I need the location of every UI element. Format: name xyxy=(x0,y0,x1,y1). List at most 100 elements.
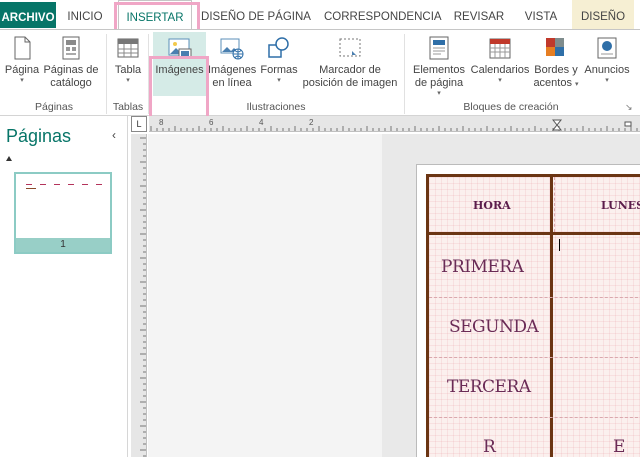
ruler-label: 6 xyxy=(209,118,214,127)
separator xyxy=(404,34,405,114)
elementos-pagina-button[interactable]: Elementos de página ▾ xyxy=(408,32,470,98)
imagenes-label: Imágenes xyxy=(155,64,204,76)
header-hora: HORA xyxy=(473,199,511,212)
indent-marker[interactable] xyxy=(624,121,632,127)
marcador-label-2: posición de imagen xyxy=(302,77,398,89)
row-label: SEGUNDA xyxy=(449,317,539,337)
dialog-launcher-icon[interactable]: ↘ xyxy=(625,102,633,113)
page-number: 1 xyxy=(16,238,110,252)
collapse-pane-icon[interactable]: ‹ xyxy=(112,128,116,142)
table-gridline xyxy=(429,297,640,298)
tab-correspondencia[interactable]: CORRESPONDENCIA xyxy=(324,0,442,30)
pages-pane: Páginas ‹ 1 xyxy=(0,116,128,457)
row-label: PRIMERA xyxy=(441,257,524,277)
tab-archivo[interactable]: ARCHIVO xyxy=(0,2,56,28)
anuncios-label: Anuncios xyxy=(584,64,630,76)
group-label-tablas: Tablas xyxy=(112,101,144,113)
tab-vista[interactable]: VISTA xyxy=(518,0,564,30)
ruler-ticks: 8 6 4 2 xyxy=(150,118,638,131)
ruler-label: 4 xyxy=(259,118,264,127)
group-label-ilustraciones: Ilustraciones xyxy=(246,101,306,113)
group-label-paginas: Páginas xyxy=(35,101,73,113)
tabla-label: Tabla xyxy=(114,64,142,76)
anuncios-button[interactable]: Anuncios ▾ xyxy=(582,32,632,85)
text-cursor xyxy=(559,239,560,251)
ruler-label: 8 xyxy=(159,118,164,127)
ruler-tab-selector[interactable]: L xyxy=(131,116,147,132)
table-header-rule xyxy=(429,232,640,235)
pagina-button[interactable]: Página ▾ xyxy=(4,32,40,85)
pages-pane-title: Páginas xyxy=(6,126,72,146)
tab-diseno[interactable]: DISEÑO xyxy=(572,0,634,30)
calendarios-button[interactable]: Calendarios ▾ xyxy=(470,32,530,85)
thumb-mark xyxy=(82,184,88,185)
thumb-mark xyxy=(54,184,60,185)
ruler-ticks xyxy=(140,137,146,457)
thumb-mark xyxy=(40,184,46,185)
ribbon: Página ▾ Páginas de catálogo Páginas Tab… xyxy=(0,29,640,128)
tab-revisar[interactable]: REVISAR xyxy=(448,0,510,30)
bordes-label-2: acentos xyxy=(533,77,572,89)
pagina-label: Página xyxy=(4,64,40,76)
chevron-down-icon: ▾ xyxy=(605,77,609,84)
table-gridline xyxy=(429,357,640,358)
table-column-rule xyxy=(550,177,553,457)
table-icon xyxy=(117,38,139,58)
imagenes-linea-label-1: Imágenes xyxy=(208,64,257,76)
page-icon xyxy=(14,36,31,60)
row-label: R xyxy=(483,437,496,457)
advertisements-icon xyxy=(597,37,617,59)
marcador-label-1: Marcador de xyxy=(319,64,381,76)
bordes-acentos-button[interactable]: Bordes y acentos ▾ xyxy=(532,32,580,90)
chevron-down-icon: ▾ xyxy=(498,77,502,84)
group-label-bloques: Bloques de creación xyxy=(463,101,559,113)
thumb-mark xyxy=(26,188,36,189)
paginas-catalogo-button[interactable]: Páginas de catálogo xyxy=(42,32,100,90)
chevron-down-icon: ▾ xyxy=(20,77,24,84)
horizontal-ruler[interactable]: 8 6 4 2 xyxy=(149,116,640,132)
calendarios-label: Calendarios xyxy=(470,64,530,76)
page-thumbnail[interactable]: 1 xyxy=(14,172,112,254)
cell-text: E xyxy=(613,437,625,457)
vertical-ruler[interactable] xyxy=(131,134,147,457)
elementos-label-1: Elementos xyxy=(413,64,465,76)
tab-insertar[interactable]: INSERTAR xyxy=(118,0,192,31)
thumb-mark xyxy=(96,184,102,185)
page-parts-icon xyxy=(429,36,449,60)
paginas-catalogo-label-2: catálogo xyxy=(50,77,92,89)
tabla-button[interactable]: Tabla ▾ xyxy=(110,32,146,85)
elementos-label-2: de página xyxy=(414,77,464,89)
calendar-icon xyxy=(489,38,511,59)
marcador-imagen-button[interactable]: Marcador de posición de imagen xyxy=(300,32,400,90)
borders-accents-icon xyxy=(546,38,564,56)
indent-marker[interactable] xyxy=(551,119,563,131)
shapes-icon xyxy=(268,37,289,58)
tab-inicio[interactable]: INICIO xyxy=(60,0,110,30)
chevron-down-icon: ▾ xyxy=(277,77,281,84)
expand-triangle-icon[interactable] xyxy=(6,156,12,161)
table-gridline xyxy=(429,417,640,418)
tab-diseno-pagina[interactable]: DISEÑO DE PÁGINA xyxy=(196,0,316,30)
catalog-pages-icon xyxy=(62,36,80,60)
ruler-label: 2 xyxy=(309,118,314,127)
thumb-mark xyxy=(26,184,32,185)
picture-placeholder-icon xyxy=(339,38,361,57)
imagenes-linea-label-2: en línea xyxy=(212,77,252,89)
chevron-down-icon: ▾ xyxy=(126,77,130,84)
table-gridline xyxy=(554,177,555,232)
page-area-left xyxy=(148,134,382,457)
publisher-window: ARCHIVO INICIO INSERTAR DISEÑO DE PÁGINA… xyxy=(0,0,640,457)
paginas-catalogo-label-1: Páginas de xyxy=(43,64,99,76)
document-canvas[interactable]: HORA LUNES PRIMERA SEGUNDA TERCERA R E xyxy=(148,134,640,457)
separator xyxy=(106,34,107,114)
imagenes-en-linea-button[interactable]: Imágenes en línea xyxy=(208,32,256,90)
formas-label: Formas xyxy=(260,64,298,76)
bordes-label-1: Bordes y xyxy=(534,64,578,76)
imagenes-button[interactable]: Imágenes xyxy=(153,32,206,77)
formas-button[interactable]: Formas ▾ xyxy=(258,32,300,85)
online-pictures-icon xyxy=(220,38,244,60)
ribbon-tabs: ARCHIVO INICIO INSERTAR DISEÑO DE PÁGINA… xyxy=(0,0,640,31)
chevron-down-icon: ▾ xyxy=(437,90,441,97)
separator xyxy=(148,34,149,114)
schedule-table[interactable]: HORA LUNES PRIMERA SEGUNDA TERCERA R E xyxy=(426,174,640,457)
